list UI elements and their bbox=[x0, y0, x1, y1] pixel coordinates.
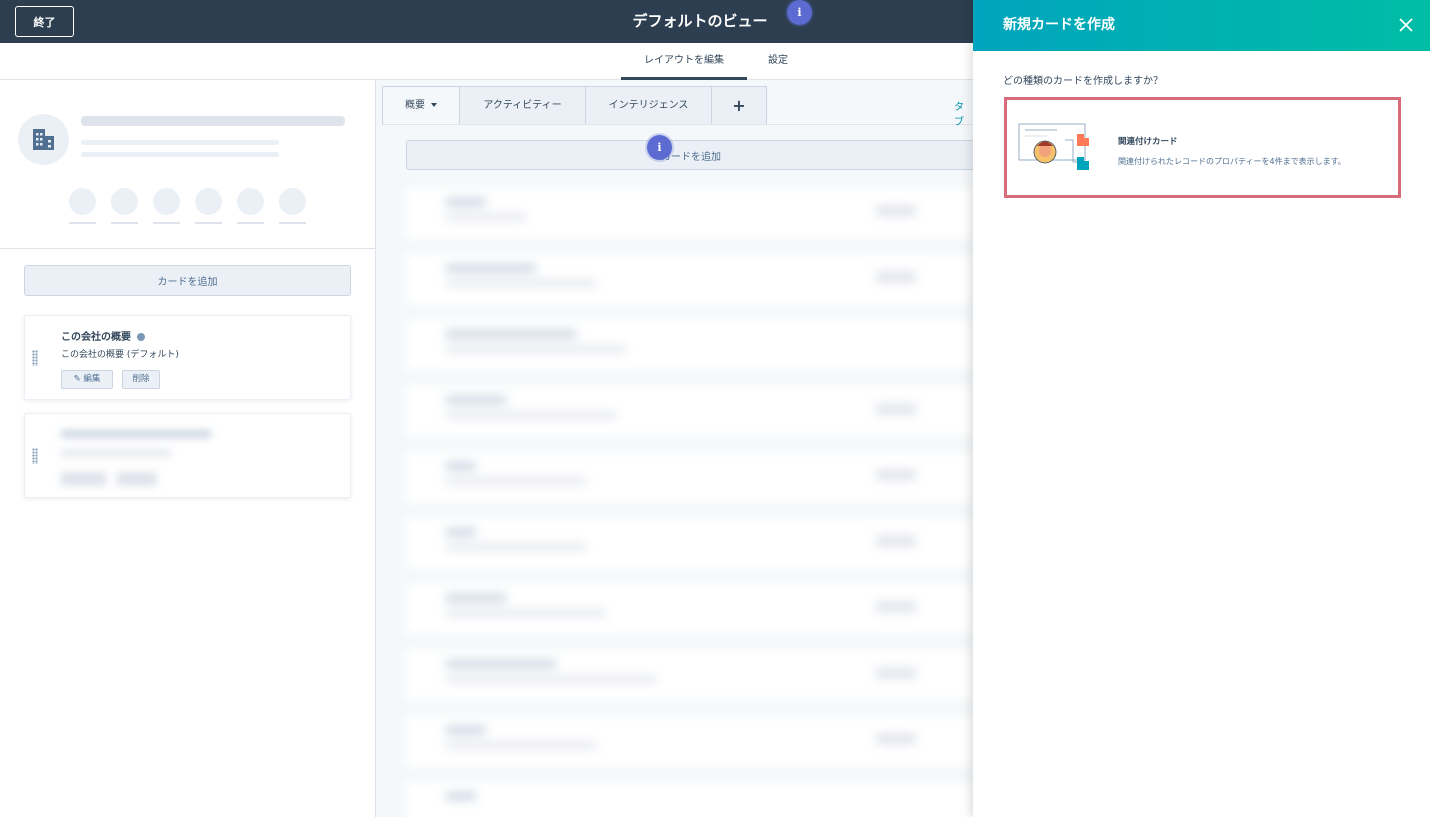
info-marker-icon[interactable]: i bbox=[787, 0, 812, 25]
card-title-text: この会社の概要 bbox=[61, 332, 131, 343]
delete-card-button[interactable]: 削除 bbox=[122, 370, 160, 389]
blurred-row bbox=[406, 782, 973, 817]
blurred-properties bbox=[406, 180, 973, 817]
subtitle-placeholder bbox=[81, 140, 279, 145]
action-label-placeholder bbox=[237, 222, 264, 224]
record-tabs: 概要 アクティビティー インテリジェンス + bbox=[382, 86, 767, 125]
action-placeholder bbox=[195, 188, 222, 215]
action-placeholder bbox=[111, 188, 138, 215]
blurred-row bbox=[406, 254, 973, 304]
card-title: この会社の概要 bbox=[61, 328, 145, 343]
action-label-placeholder bbox=[111, 222, 138, 224]
about-company-card: この会社の概要 この会社の概要 (デフォルト) ✎ 編集 削除 bbox=[24, 315, 351, 400]
card-description: この会社の概要 (デフォルト) bbox=[61, 350, 179, 360]
info-icon[interactable] bbox=[137, 333, 145, 341]
company-avatar bbox=[18, 114, 69, 165]
action-placeholder bbox=[237, 188, 264, 215]
panel-title: 新規カードを作成 bbox=[1003, 17, 1115, 33]
blurred-row bbox=[406, 650, 973, 700]
center-area: 概要 アクティビティー インテリジェンス + タブ カードを追加 i bbox=[376, 80, 976, 817]
action-label-placeholder bbox=[279, 222, 306, 224]
left-sidebar: カードを追加 この会社の概要 この会社の概要 (デフォルト) ✎ 編集 削除 bbox=[0, 80, 376, 817]
caret-down-icon bbox=[431, 103, 437, 107]
tab-intelligence[interactable]: インテリジェンス bbox=[585, 86, 711, 125]
panel-header: 新規カードを作成 bbox=[973, 0, 1430, 51]
blur-line bbox=[61, 472, 106, 486]
tab-overview-label: 概要 bbox=[405, 100, 425, 111]
blurred-row bbox=[406, 716, 973, 766]
blurred-card-content bbox=[55, 426, 225, 496]
card-type-question: どの種類のカードを作成しますか？ bbox=[1003, 76, 1163, 87]
blurred-card bbox=[24, 413, 351, 498]
create-card-panel: 新規カードを作成 どの種類のカードを作成しますか？ 関連付けカード 関連付けられ… bbox=[973, 0, 1430, 817]
name-placeholder bbox=[81, 116, 345, 126]
option-description: 関連付けられたレコードのプロパティーを4件まで表示します。 bbox=[1118, 157, 1346, 166]
action-label-placeholder bbox=[69, 222, 96, 224]
option-title: 関連付けカード bbox=[1118, 137, 1178, 147]
blurred-row bbox=[406, 518, 973, 568]
tab-divider bbox=[382, 124, 973, 125]
close-icon[interactable] bbox=[1397, 16, 1415, 34]
edit-card-button[interactable]: ✎ 編集 bbox=[61, 370, 113, 389]
building-icon bbox=[33, 129, 54, 150]
tab-settings-link[interactable]: タブ bbox=[954, 98, 973, 128]
blur-line bbox=[117, 472, 157, 486]
tab-activity[interactable]: アクティビティー bbox=[459, 86, 585, 125]
blurred-row bbox=[406, 452, 973, 502]
tab-settings[interactable]: 設定 bbox=[758, 43, 798, 80]
tab-edit-layout[interactable]: レイアウトを編集 bbox=[621, 43, 747, 80]
info-marker-icon[interactable]: i bbox=[647, 135, 672, 160]
tab-overview[interactable]: 概要 bbox=[382, 86, 459, 125]
edit-label: 編集 bbox=[83, 374, 101, 384]
blur-line bbox=[61, 450, 171, 456]
blurred-row bbox=[406, 584, 973, 634]
blur-line bbox=[61, 430, 211, 438]
action-placeholder bbox=[153, 188, 180, 215]
company-header-placeholder bbox=[0, 80, 375, 249]
action-label-placeholder bbox=[153, 222, 180, 224]
center-add-card-button[interactable]: カードを追加 bbox=[406, 140, 976, 170]
drag-handle-icon[interactable] bbox=[32, 350, 38, 366]
action-placeholder bbox=[69, 188, 96, 215]
association-card-illustration bbox=[1018, 123, 1089, 170]
blurred-row bbox=[406, 386, 973, 436]
drag-handle-icon[interactable] bbox=[32, 448, 38, 464]
left-add-card-button[interactable]: カードを追加 bbox=[24, 265, 351, 296]
blurred-row bbox=[406, 320, 973, 370]
action-placeholder bbox=[279, 188, 306, 215]
blurred-row bbox=[406, 188, 973, 238]
subtitle-placeholder bbox=[81, 152, 279, 157]
association-card-option[interactable]: 関連付けカード 関連付けられたレコードのプロパティーを4件まで表示します。 bbox=[1004, 97, 1401, 198]
add-tab-plus-icon[interactable]: + bbox=[711, 86, 767, 125]
action-label-placeholder bbox=[195, 222, 222, 224]
pencil-icon: ✎ bbox=[73, 374, 84, 384]
